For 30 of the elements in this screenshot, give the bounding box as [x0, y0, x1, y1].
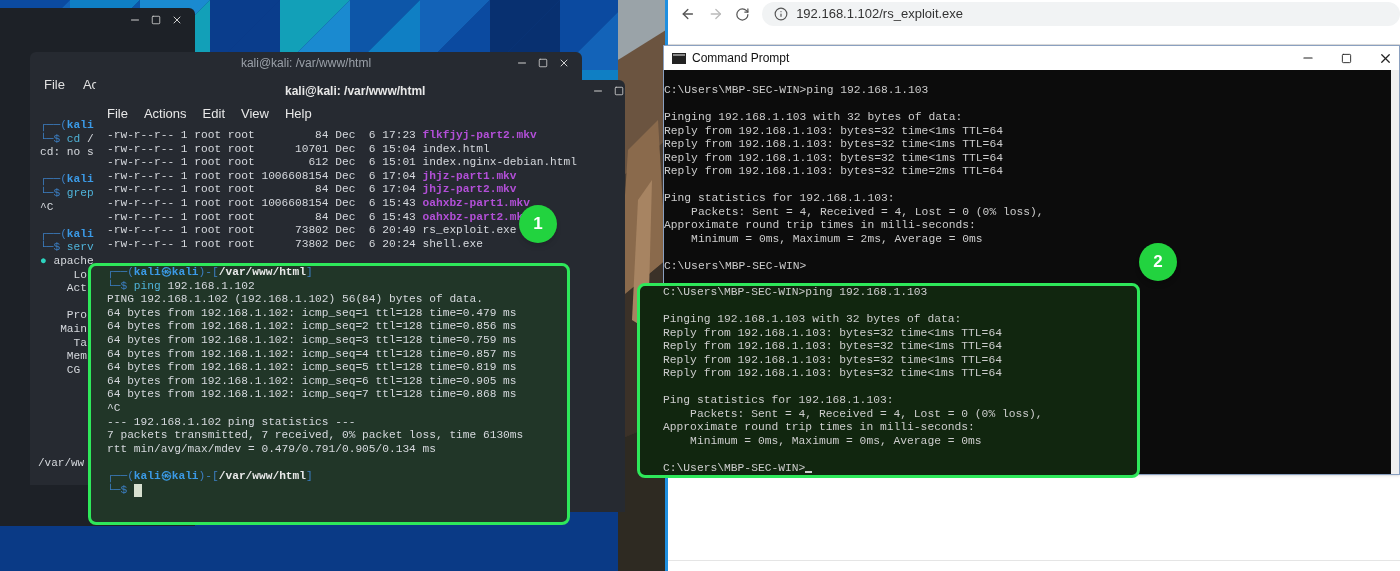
- console-line: Reply from 192.168.1.103: bytes=32 time<1ms TTL=64: [664, 151, 1003, 165]
- console-line: Ping statistics for 192.168.1.103:: [663, 393, 894, 408]
- reload-icon[interactable]: [735, 6, 751, 22]
- console-line: C:\Users\MBP-SEC-WIN>ping 192.168.1.103: [663, 286, 928, 300]
- console-line: Ping statistics for 192.168.1.103:: [664, 191, 895, 206]
- console-line: Approximate round trip times in milli-seconds:: [664, 219, 976, 233]
- console-line: Reply from 192.168.1.103: bytes=32 time<1ms TTL=64: [664, 138, 1003, 152]
- console-line: Reply from 192.168.1.103: bytes=32 time<1ms TTL=64: [663, 367, 1002, 381]
- info-icon: [774, 7, 789, 21]
- console-line: C:\Users\MBP-SEC-WIN>: [664, 258, 807, 273]
- console-line: Reply from 192.168.1.103: bytes=32 time<1ms TTL=64: [663, 353, 1002, 367]
- back-icon[interactable]: [680, 6, 696, 22]
- console-line: Reply from 192.168.1.103: bytes=32 time<1ms TTL=64: [664, 124, 1003, 138]
- window-title: Command Prompt: [692, 50, 790, 67]
- console-line: Minimum = 0ms, Maximum = 0ms, Average = 0ms: [689, 434, 982, 448]
- terminal-icon: [672, 52, 686, 64]
- console-line: C:\Users\MBP-SEC-WIN>ping 192.168.1.103: [664, 84, 929, 98]
- console-line: Minimum = 0ms, Maximum = 2ms, Average = 0ms: [690, 232, 983, 246]
- console-line: Reply from 192.168.1.103: bytes=32 time<1ms TTL=64: [663, 340, 1002, 354]
- scrollbar[interactable]: [1391, 70, 1399, 474]
- console-line: C:\Users\MBP-SEC-WIN>: [663, 460, 806, 475]
- console-line: Reply from 192.168.1.103: bytes=32 time<1ms TTL=64: [663, 326, 1002, 340]
- console-line: Reply from 192.168.1.103: bytes=32 time=2ms TTL=64: [664, 165, 1003, 179]
- console-line: Approximate round trip times in milli-seconds:: [663, 421, 975, 435]
- console-line: Pinging 192.168.1.103 with 32 bytes of data:: [663, 312, 962, 327]
- maximize-icon[interactable]: [1341, 52, 1352, 64]
- console-line: Packets: Sent = 4, Received = 4, Lost = 0 (0% loss),: [690, 205, 1044, 219]
- console-line: Pinging 192.168.1.103 with 32 bytes of data:: [664, 110, 963, 125]
- console-line: Packets: Sent = 4, Received = 4, Lost = 0 (0% loss),: [689, 407, 1043, 421]
- address-bar[interactable]: 192.168.1.102/rs_exploit.exe: [762, 2, 1400, 26]
